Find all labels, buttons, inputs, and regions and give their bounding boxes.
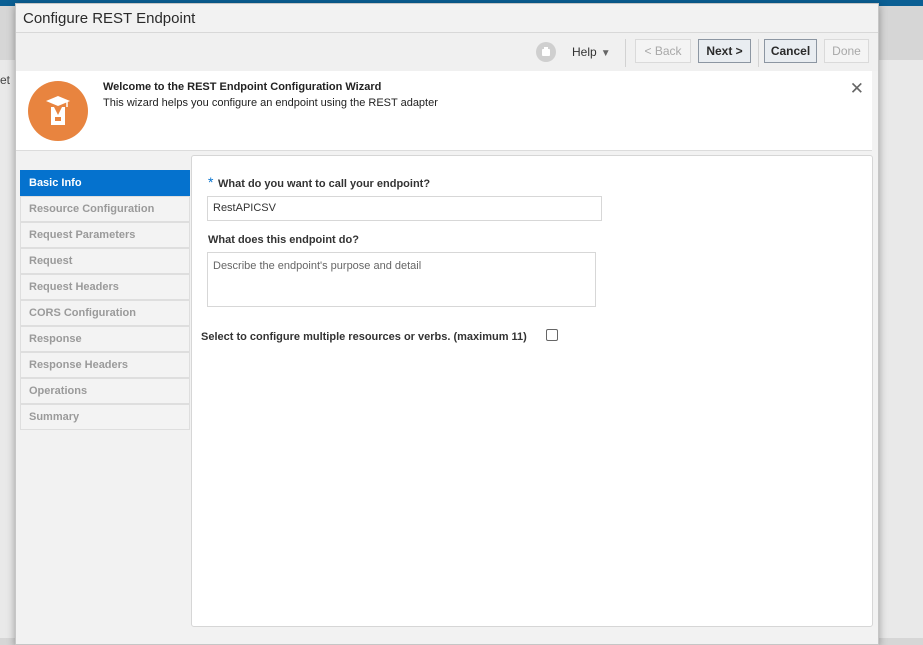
wizard-step-request[interactable]: Request <box>20 248 190 274</box>
welcome-description: This wizard helps you configure an endpo… <box>103 97 438 109</box>
wizard-step-basic-info[interactable]: Basic Info <box>20 170 190 196</box>
background-text-fragment: et <box>0 73 11 87</box>
configure-rest-endpoint-dialog: Configure REST Endpoint Help ▼ < Back Nex… <box>15 3 879 645</box>
required-indicator: * <box>208 174 214 190</box>
multiple-resources-checkbox[interactable] <box>546 329 558 341</box>
wizard-toolbar: Help ▼ < Back Next > Cancel Done <box>16 33 878 71</box>
endpoint-name-label: What do you want to call your endpoint? <box>218 178 431 190</box>
close-icon[interactable]: ✕ <box>850 79 864 99</box>
basic-info-panel: * What do you want to call your endpoint… <box>191 155 873 627</box>
toolbar-divider <box>625 39 626 67</box>
toolbar-divider <box>758 39 759 67</box>
user-avatar-icon <box>536 42 556 62</box>
wizard-step-cors-configuration[interactable]: CORS Configuration <box>20 300 190 326</box>
next-button[interactable]: Next > <box>698 39 751 63</box>
graduate-icon <box>28 81 88 141</box>
help-menu-button[interactable]: Help ▼ <box>572 45 611 59</box>
wizard-welcome-banner: Welcome to the REST Endpoint Configurati… <box>16 71 872 151</box>
dialog-title: Configure REST Endpoint <box>23 10 196 27</box>
cancel-button[interactable]: Cancel <box>764 39 817 63</box>
endpoint-description-label: What does this endpoint do? <box>208 234 359 246</box>
dialog-title-bar[interactable]: Configure REST Endpoint <box>16 4 878 33</box>
help-label: Help <box>572 45 597 59</box>
wizard-steps-nav: Basic Info Resource Configuration Request … <box>20 170 190 430</box>
wizard-step-request-parameters[interactable]: Request Parameters <box>20 222 190 248</box>
wizard-step-operations[interactable]: Operations <box>20 378 190 404</box>
chevron-down-icon: ▼ <box>600 48 611 59</box>
wizard-step-response[interactable]: Response <box>20 326 190 352</box>
multiple-resources-label: Select to configure multiple resources o… <box>201 331 527 343</box>
wizard-step-response-headers[interactable]: Response Headers <box>20 352 190 378</box>
back-button[interactable]: < Back <box>635 39 691 63</box>
done-button[interactable]: Done <box>824 39 869 63</box>
endpoint-description-textarea[interactable]: Describe the endpoint's purpose and deta… <box>207 252 596 307</box>
wizard-step-summary[interactable]: Summary <box>20 404 190 430</box>
endpoint-name-input[interactable]: RestAPICSV <box>207 196 602 221</box>
welcome-title: Welcome to the REST Endpoint Configurati… <box>103 81 382 93</box>
wizard-step-request-headers[interactable]: Request Headers <box>20 274 190 300</box>
wizard-step-resource-configuration[interactable]: Resource Configuration <box>20 196 190 222</box>
